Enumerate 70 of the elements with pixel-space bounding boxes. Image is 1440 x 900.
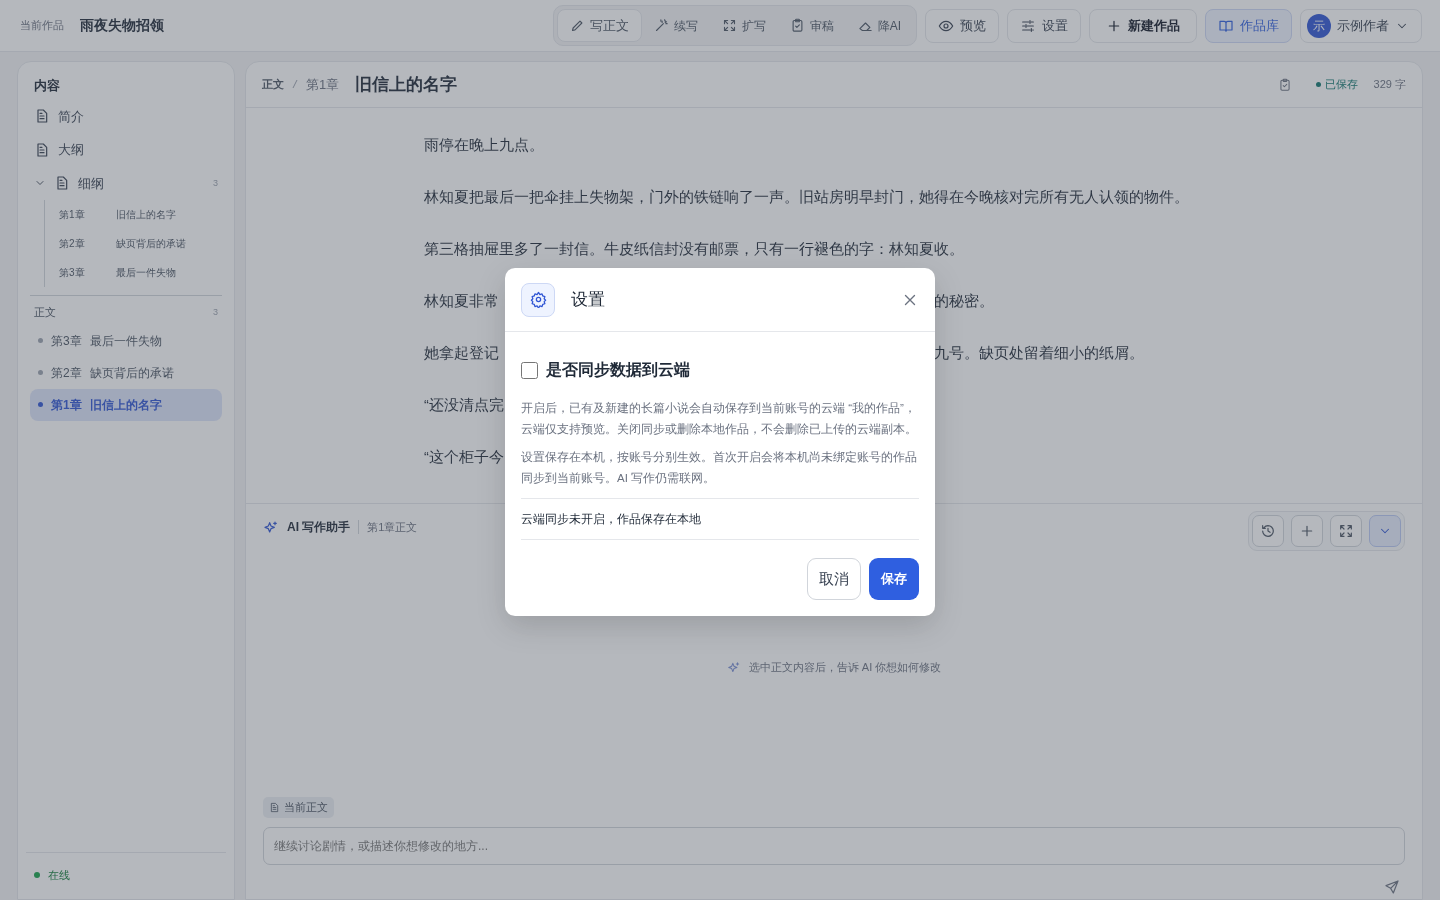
expand-icon bbox=[1338, 523, 1354, 540]
new-chat-button[interactable] bbox=[1291, 515, 1323, 548]
outline-item[interactable]: 第3章 最后一件失物 bbox=[45, 258, 222, 287]
chapter-item[interactable]: 第2章 缺页背后的承诺 bbox=[30, 356, 222, 389]
sliders-icon bbox=[1020, 17, 1036, 34]
breadcrumb-link[interactable]: 第1章 bbox=[306, 74, 340, 95]
outline-item[interactable]: 第1章 旧信上的名字 bbox=[45, 200, 222, 229]
work-title: 雨夜失物招领 bbox=[80, 16, 164, 35]
history-button[interactable] bbox=[1252, 515, 1284, 548]
checkbox-label: 是否同步数据到云端 bbox=[546, 360, 690, 380]
mode-tab[interactable]: 降AI bbox=[845, 8, 913, 43]
assistant-hint: 选中正文内容后，告诉 AI 你想如何修改 bbox=[748, 659, 942, 675]
save-status: 已保存 bbox=[1324, 77, 1358, 93]
toolbar-button[interactable]: 设置 bbox=[1007, 8, 1081, 43]
paragraph-text: 九号。缺页处留着细小的纸屑。 bbox=[934, 343, 1144, 363]
work-label: 当前作品 bbox=[20, 18, 64, 34]
paragraph-text: 的秘密。 bbox=[934, 291, 994, 311]
sync-status: 云端同步未开启，作品保存在本地 bbox=[521, 498, 919, 540]
mode-tab[interactable]: 审稿 bbox=[777, 8, 846, 43]
paragraph-text: “这个柜子今 bbox=[424, 447, 504, 467]
description-text: 开启后，已有及新建的长篇小说会自动保存到当前账号的云端 “我的作品”，云端仅支持预览。关闭同步或删除本地作品，不会删除已上传的云端副本。 bbox=[521, 401, 918, 437]
description-text: 设置保存在本机，按账号分别生效。首次开启会将本机尚未绑定账号的作品同步到当前账号。AI 写作仍需联网。 bbox=[521, 450, 918, 486]
document-icon bbox=[269, 802, 280, 813]
document-icon bbox=[54, 175, 70, 192]
toolbar-button[interactable]: 预览 bbox=[925, 8, 999, 43]
cancel-button[interactable]: 取消 bbox=[807, 558, 861, 600]
paragraph-text: 第三格抽屉里多了一封信。牛皮纸信封没有邮票，只有一行褪色的字：林知夏收。 bbox=[424, 239, 964, 259]
breadcrumb-separator bbox=[292, 79, 298, 90]
avatar: 示 bbox=[1307, 13, 1331, 38]
dialog-title: 设置 bbox=[571, 288, 605, 311]
message-input[interactable]: 继续讨论剧情，或描述你想修改的地方... bbox=[263, 827, 1405, 865]
save-button[interactable]: 保存 bbox=[869, 558, 919, 600]
paragraph-text: 林知夏把最后一把伞挂上失物架，门外的铁链响了一声。旧站房明早封门，她得在今晚核对完所有无人认领的物件。 bbox=[424, 187, 1189, 207]
document-icon bbox=[34, 141, 50, 158]
pencil-icon bbox=[569, 18, 585, 33]
context-chip[interactable]: 当前正文 bbox=[263, 797, 334, 818]
toolbar-button[interactable]: 新建作品 bbox=[1089, 8, 1197, 43]
word-count: 329 字 bbox=[1373, 77, 1406, 93]
history-icon bbox=[1260, 523, 1276, 540]
user-menu[interactable]: 示 示例作者 bbox=[1300, 8, 1422, 43]
mode-tab[interactable]: 续写 bbox=[641, 8, 710, 43]
settings-icon bbox=[521, 282, 555, 317]
chapter-item[interactable]: 第1章 旧信上的名字 bbox=[30, 388, 222, 421]
paragraph-text: 林知夏非常 bbox=[424, 291, 499, 311]
document-icon bbox=[34, 108, 50, 125]
mode-tab[interactable]: 写正文 bbox=[556, 8, 642, 43]
chapter-item[interactable]: 第3章 最后一件失物 bbox=[30, 324, 222, 357]
chapter-title: 旧信上的名字 bbox=[355, 73, 458, 96]
paragraph-text: 雨停在晚上九点。 bbox=[424, 135, 544, 155]
outline-item[interactable]: 第2章 缺页背后的承诺 bbox=[45, 229, 222, 258]
sidebar-item[interactable]: 简介 bbox=[30, 99, 222, 133]
send-icon bbox=[1384, 878, 1400, 895]
assistant-title: AI 写作助手 bbox=[287, 519, 351, 537]
expand-icon bbox=[721, 18, 737, 33]
assistant-context: 第1章正文 bbox=[367, 520, 418, 535]
section-title: 正文 bbox=[34, 305, 56, 320]
paragraph-text: “还没清点完 bbox=[424, 395, 504, 415]
mode-tab[interactable]: 扩写 bbox=[709, 8, 778, 43]
online-dot bbox=[34, 871, 40, 878]
saved-dot bbox=[1315, 81, 1321, 87]
clipboard-icon bbox=[789, 18, 805, 33]
sidebar-title: 内容 bbox=[34, 77, 61, 95]
paragraph-text: 她拿起登记 bbox=[424, 343, 499, 363]
expand-button[interactable] bbox=[1330, 515, 1362, 548]
breadcrumb-link[interactable]: 正文 bbox=[262, 76, 284, 93]
sidebar-item[interactable]: 大纲 bbox=[30, 133, 222, 167]
toolbar-button[interactable]: 作品库 bbox=[1205, 8, 1292, 43]
magic-wand-icon bbox=[653, 18, 669, 33]
connection-status: 在线 bbox=[48, 867, 70, 883]
sync-checkbox[interactable] bbox=[521, 361, 538, 379]
